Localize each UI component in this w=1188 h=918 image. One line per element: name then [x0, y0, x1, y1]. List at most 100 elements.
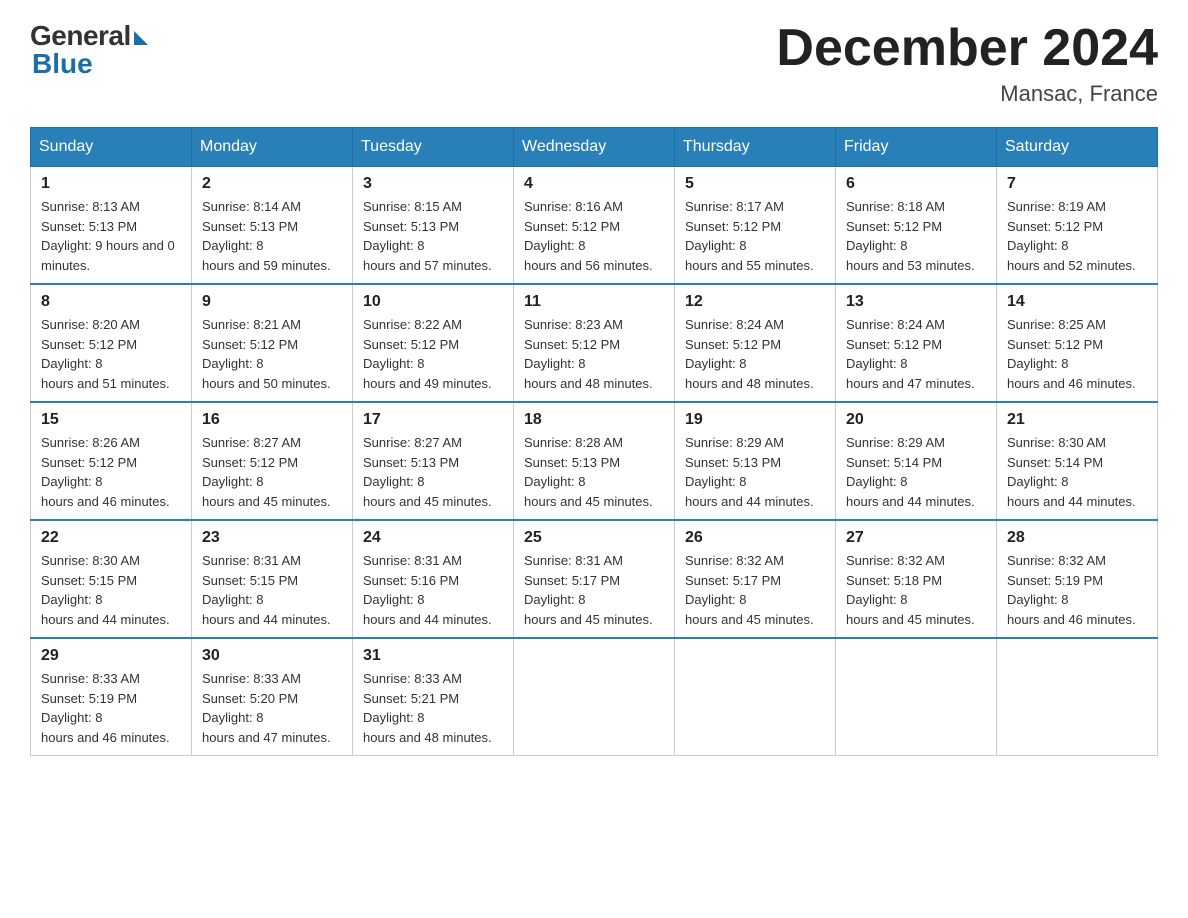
calendar-cell: 23 Sunrise: 8:31 AM Sunset: 5:15 PM Dayl…: [192, 520, 353, 638]
calendar-table: SundayMondayTuesdayWednesdayThursdayFrid…: [30, 127, 1158, 756]
day-number: 29: [41, 647, 181, 665]
day-info: Sunrise: 8:31 AM Sunset: 5:17 PM Dayligh…: [524, 551, 664, 629]
calendar-cell: 26 Sunrise: 8:32 AM Sunset: 5:17 PM Dayl…: [675, 520, 836, 638]
calendar-week-row: 22 Sunrise: 8:30 AM Sunset: 5:15 PM Dayl…: [31, 520, 1158, 638]
day-number: 18: [524, 411, 664, 429]
logo-blue-text: Blue: [30, 48, 93, 80]
calendar-header-row: SundayMondayTuesdayWednesdayThursdayFrid…: [31, 128, 1158, 167]
day-info: Sunrise: 8:26 AM Sunset: 5:12 PM Dayligh…: [41, 433, 181, 511]
day-header-saturday: Saturday: [997, 128, 1158, 167]
calendar-cell: 5 Sunrise: 8:17 AM Sunset: 5:12 PM Dayli…: [675, 167, 836, 285]
day-number: 5: [685, 175, 825, 193]
calendar-cell: 18 Sunrise: 8:28 AM Sunset: 5:13 PM Dayl…: [514, 402, 675, 520]
calendar-cell: 17 Sunrise: 8:27 AM Sunset: 5:13 PM Dayl…: [353, 402, 514, 520]
day-info: Sunrise: 8:33 AM Sunset: 5:20 PM Dayligh…: [202, 669, 342, 747]
day-number: 21: [1007, 411, 1147, 429]
day-number: 23: [202, 529, 342, 547]
day-info: Sunrise: 8:27 AM Sunset: 5:12 PM Dayligh…: [202, 433, 342, 511]
calendar-week-row: 1 Sunrise: 8:13 AM Sunset: 5:13 PM Dayli…: [31, 167, 1158, 285]
day-info: Sunrise: 8:30 AM Sunset: 5:15 PM Dayligh…: [41, 551, 181, 629]
day-header-thursday: Thursday: [675, 128, 836, 167]
location-text: Mansac, France: [776, 81, 1158, 107]
day-info: Sunrise: 8:21 AM Sunset: 5:12 PM Dayligh…: [202, 315, 342, 393]
calendar-cell: 9 Sunrise: 8:21 AM Sunset: 5:12 PM Dayli…: [192, 284, 353, 402]
day-number: 24: [363, 529, 503, 547]
day-number: 20: [846, 411, 986, 429]
day-number: 2: [202, 175, 342, 193]
day-number: 12: [685, 293, 825, 311]
day-number: 11: [524, 293, 664, 311]
calendar-cell: 28 Sunrise: 8:32 AM Sunset: 5:19 PM Dayl…: [997, 520, 1158, 638]
day-info: Sunrise: 8:24 AM Sunset: 5:12 PM Dayligh…: [846, 315, 986, 393]
day-info: Sunrise: 8:29 AM Sunset: 5:13 PM Dayligh…: [685, 433, 825, 511]
day-number: 30: [202, 647, 342, 665]
page-header: General Blue December 2024 Mansac, Franc…: [30, 20, 1158, 107]
day-info: Sunrise: 8:31 AM Sunset: 5:15 PM Dayligh…: [202, 551, 342, 629]
calendar-cell: 2 Sunrise: 8:14 AM Sunset: 5:13 PM Dayli…: [192, 167, 353, 285]
calendar-cell: 30 Sunrise: 8:33 AM Sunset: 5:20 PM Dayl…: [192, 638, 353, 756]
calendar-cell: 6 Sunrise: 8:18 AM Sunset: 5:12 PM Dayli…: [836, 167, 997, 285]
day-header-wednesday: Wednesday: [514, 128, 675, 167]
day-info: Sunrise: 8:30 AM Sunset: 5:14 PM Dayligh…: [1007, 433, 1147, 511]
calendar-cell: 24 Sunrise: 8:31 AM Sunset: 5:16 PM Dayl…: [353, 520, 514, 638]
day-info: Sunrise: 8:15 AM Sunset: 5:13 PM Dayligh…: [363, 197, 503, 275]
calendar-cell: 3 Sunrise: 8:15 AM Sunset: 5:13 PM Dayli…: [353, 167, 514, 285]
calendar-cell: 7 Sunrise: 8:19 AM Sunset: 5:12 PM Dayli…: [997, 167, 1158, 285]
day-header-friday: Friday: [836, 128, 997, 167]
day-number: 31: [363, 647, 503, 665]
day-header-tuesday: Tuesday: [353, 128, 514, 167]
calendar-cell: 4 Sunrise: 8:16 AM Sunset: 5:12 PM Dayli…: [514, 167, 675, 285]
day-info: Sunrise: 8:23 AM Sunset: 5:12 PM Dayligh…: [524, 315, 664, 393]
calendar-cell: 10 Sunrise: 8:22 AM Sunset: 5:12 PM Dayl…: [353, 284, 514, 402]
calendar-cell: 20 Sunrise: 8:29 AM Sunset: 5:14 PM Dayl…: [836, 402, 997, 520]
logo-triangle-icon: [134, 31, 148, 45]
day-info: Sunrise: 8:16 AM Sunset: 5:12 PM Dayligh…: [524, 197, 664, 275]
day-info: Sunrise: 8:17 AM Sunset: 5:12 PM Dayligh…: [685, 197, 825, 275]
calendar-cell: 21 Sunrise: 8:30 AM Sunset: 5:14 PM Dayl…: [997, 402, 1158, 520]
calendar-week-row: 15 Sunrise: 8:26 AM Sunset: 5:12 PM Dayl…: [31, 402, 1158, 520]
calendar-cell: 27 Sunrise: 8:32 AM Sunset: 5:18 PM Dayl…: [836, 520, 997, 638]
day-number: 9: [202, 293, 342, 311]
day-number: 26: [685, 529, 825, 547]
day-number: 28: [1007, 529, 1147, 547]
day-info: Sunrise: 8:13 AM Sunset: 5:13 PM Dayligh…: [41, 197, 181, 275]
day-header-sunday: Sunday: [31, 128, 192, 167]
calendar-cell: [836, 638, 997, 756]
calendar-cell: 13 Sunrise: 8:24 AM Sunset: 5:12 PM Dayl…: [836, 284, 997, 402]
calendar-week-row: 8 Sunrise: 8:20 AM Sunset: 5:12 PM Dayli…: [31, 284, 1158, 402]
day-number: 25: [524, 529, 664, 547]
day-number: 16: [202, 411, 342, 429]
day-info: Sunrise: 8:33 AM Sunset: 5:21 PM Dayligh…: [363, 669, 503, 747]
calendar-cell: [675, 638, 836, 756]
calendar-cell: 29 Sunrise: 8:33 AM Sunset: 5:19 PM Dayl…: [31, 638, 192, 756]
day-info: Sunrise: 8:24 AM Sunset: 5:12 PM Dayligh…: [685, 315, 825, 393]
day-number: 22: [41, 529, 181, 547]
day-number: 19: [685, 411, 825, 429]
calendar-cell: 16 Sunrise: 8:27 AM Sunset: 5:12 PM Dayl…: [192, 402, 353, 520]
day-info: Sunrise: 8:31 AM Sunset: 5:16 PM Dayligh…: [363, 551, 503, 629]
day-number: 1: [41, 175, 181, 193]
calendar-cell: 25 Sunrise: 8:31 AM Sunset: 5:17 PM Dayl…: [514, 520, 675, 638]
day-number: 4: [524, 175, 664, 193]
day-info: Sunrise: 8:14 AM Sunset: 5:13 PM Dayligh…: [202, 197, 342, 275]
calendar-cell: 31 Sunrise: 8:33 AM Sunset: 5:21 PM Dayl…: [353, 638, 514, 756]
day-info: Sunrise: 8:20 AM Sunset: 5:12 PM Dayligh…: [41, 315, 181, 393]
day-number: 10: [363, 293, 503, 311]
month-title: December 2024: [776, 20, 1158, 77]
calendar-cell: [514, 638, 675, 756]
day-number: 7: [1007, 175, 1147, 193]
day-header-monday: Monday: [192, 128, 353, 167]
day-info: Sunrise: 8:19 AM Sunset: 5:12 PM Dayligh…: [1007, 197, 1147, 275]
day-info: Sunrise: 8:32 AM Sunset: 5:19 PM Dayligh…: [1007, 551, 1147, 629]
day-info: Sunrise: 8:28 AM Sunset: 5:13 PM Dayligh…: [524, 433, 664, 511]
calendar-cell: 12 Sunrise: 8:24 AM Sunset: 5:12 PM Dayl…: [675, 284, 836, 402]
day-info: Sunrise: 8:32 AM Sunset: 5:18 PM Dayligh…: [846, 551, 986, 629]
day-number: 14: [1007, 293, 1147, 311]
logo: General Blue: [30, 20, 148, 80]
calendar-cell: 1 Sunrise: 8:13 AM Sunset: 5:13 PM Dayli…: [31, 167, 192, 285]
day-number: 3: [363, 175, 503, 193]
day-info: Sunrise: 8:22 AM Sunset: 5:12 PM Dayligh…: [363, 315, 503, 393]
day-number: 15: [41, 411, 181, 429]
calendar-cell: 14 Sunrise: 8:25 AM Sunset: 5:12 PM Dayl…: [997, 284, 1158, 402]
day-number: 17: [363, 411, 503, 429]
